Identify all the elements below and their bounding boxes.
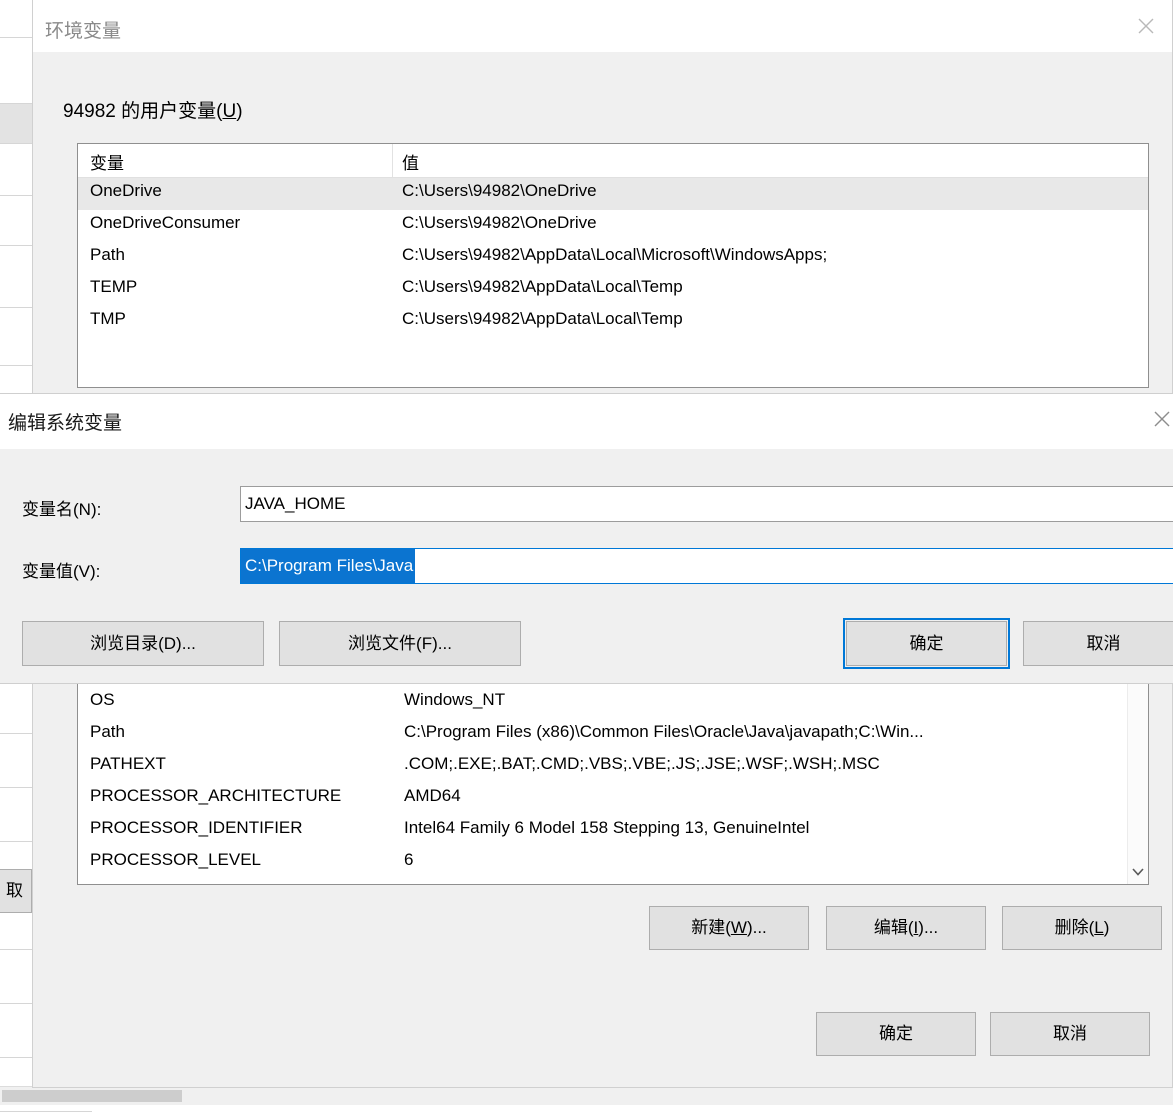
user-variables-label-suffix: ) <box>236 101 243 122</box>
browse-directory-button[interactable]: 浏览目录(D)... <box>22 621 264 666</box>
variable-value-input[interactable]: C:\Program Files\Java <box>240 548 1173 584</box>
variable-name-label: 变量名(N): <box>22 500 102 519</box>
new-button-accel: W <box>730 918 747 937</box>
variable-value-cell: AMD64 <box>404 786 461 805</box>
table-row[interactable]: TMP C:\Users\94982\AppData\Local\Temp <box>78 306 1148 338</box>
edit-dialog-titlebar: 编辑系统变量 <box>0 394 1173 449</box>
variable-name-cell: OneDrive <box>90 181 162 200</box>
chevron-down-icon[interactable] <box>1128 862 1148 882</box>
table-row[interactable]: PROCESSOR_ARCHITECTURE AMD64 <box>78 783 1127 815</box>
user-variables-table[interactable]: 变量 值 OneDrive C:\Users\94982\OneDrive OneD… <box>77 143 1149 388</box>
table-row[interactable]: PROCESSOR_LEVEL 6 <box>78 847 1127 879</box>
new-button-prefix: 新建( <box>691 918 731 937</box>
table-row[interactable]: OS Windows_NT <box>78 687 1127 719</box>
variable-name-cell: TEMP <box>90 277 138 296</box>
column-header-value[interactable]: 值 <box>402 149 419 174</box>
dialog-cancel-button[interactable]: 取消 <box>990 1012 1150 1056</box>
dialog-ok-button[interactable]: 确定 <box>816 1012 976 1056</box>
variable-value-cell: Windows_NT <box>404 690 506 709</box>
delete-button-suffix: ) <box>1103 918 1110 937</box>
delete-system-variable-button[interactable]: 删除(L) <box>1002 906 1162 950</box>
variable-name-cell: Path <box>90 245 125 264</box>
delete-button-prefix: 删除( <box>1054 918 1095 937</box>
background-horizontal-scrollbar[interactable] <box>0 1086 1173 1105</box>
variable-value-label: 变量值(V): <box>22 562 101 581</box>
variable-value-cell: Intel64 Family 6 Model 158 Stepping 13, … <box>404 818 810 837</box>
variable-value-cell: C:\Users\94982\AppData\Local\Microsoft\W… <box>402 245 828 264</box>
variable-value-cell: C:\Users\94982\AppData\Local\Temp <box>402 309 683 328</box>
new-system-variable-button[interactable]: 新建(W)... <box>649 906 809 950</box>
variable-value-cell: 6 <box>404 850 414 869</box>
user-variables-label-accel: U <box>222 101 237 122</box>
environment-variables-titlebar: 环境变量 <box>33 0 1172 52</box>
user-variables-table-header: 变量 值 <box>78 144 1148 178</box>
user-variables-label-prefix: 94982 的用户变量( <box>63 101 223 122</box>
table-row[interactable]: OneDriveConsumer C:\Users\94982\OneDrive <box>78 210 1148 242</box>
table-row[interactable]: PROCESSOR_IDENTIFIER Intel64 Family 6 Mod… <box>78 815 1127 847</box>
browse-file-button[interactable]: 浏览文件(F)... <box>279 621 521 666</box>
variable-name-input[interactable]: JAVA_HOME <box>240 486 1173 522</box>
column-divider <box>392 144 393 177</box>
variable-name-cell: PROCESSOR_LEVEL <box>90 850 262 869</box>
delete-button-accel: L <box>1094 918 1104 937</box>
variable-name-cell: Path <box>90 722 125 741</box>
variable-value-cell: C:\Users\94982\OneDrive <box>402 213 597 232</box>
table-row[interactable]: OneDrive C:\Users\94982\OneDrive <box>78 178 1148 210</box>
close-icon[interactable] <box>1139 396 1173 442</box>
background-scrollbar-thumb[interactable] <box>2 1090 182 1102</box>
table-row[interactable]: TEMP C:\Users\94982\AppData\Local\Temp <box>78 274 1148 306</box>
variable-name-cell: TMP <box>90 309 126 328</box>
variable-value-cell: C:\Program Files (x86)\Common Files\Orac… <box>404 722 924 741</box>
user-variables-row-container: OneDrive C:\Users\94982\OneDrive OneDriveC… <box>78 178 1148 338</box>
system-variables-row-container: OS Windows_NT Path C:\Program Files (x86)\C… <box>78 687 1127 879</box>
environment-variables-title: 环境变量 <box>45 21 122 42</box>
variable-name-cell: PROCESSOR_ARCHITECTURE <box>90 786 342 805</box>
edit-button-suffix: )... <box>918 918 939 937</box>
edit-system-variable-dialog: 编辑系统变量 变量名(N): JAVA_HOME 变量值(V): C:\Prog… <box>0 394 1173 683</box>
variable-name-cell: PATHEXT <box>90 754 166 773</box>
variable-value-cell: C:\Users\94982\AppData\Local\Temp <box>402 277 683 296</box>
edit-dialog-title: 编辑系统变量 <box>8 413 123 434</box>
variable-name-cell: OneDriveConsumer <box>90 213 241 232</box>
variable-name-cell: OS <box>90 690 115 709</box>
new-button-suffix: )... <box>746 918 767 937</box>
variable-value-cell: .COM;.EXE;.BAT;.CMD;.VBS;.VBE;.JS;.JSE;.… <box>404 754 880 773</box>
edit-dialog-cancel-button[interactable]: 取消 <box>1023 621 1173 666</box>
table-row[interactable]: Path C:\Users\94982\AppData\Local\Microso… <box>78 242 1148 274</box>
variable-name-cell: PROCESSOR_IDENTIFIER <box>90 818 303 837</box>
edit-dialog-ok-button[interactable]: 确定 <box>843 618 1010 669</box>
close-icon[interactable] <box>1120 0 1172 52</box>
variable-value-cell: C:\Users\94982\OneDrive <box>402 181 597 200</box>
edit-system-variable-button[interactable]: 编辑(I)... <box>826 906 986 950</box>
table-row[interactable]: Path C:\Program Files (x86)\Common Files\… <box>78 719 1127 751</box>
table-row[interactable]: PATHEXT .COM;.EXE;.BAT;.CMD;.VBS;.VBE;.JS… <box>78 751 1127 783</box>
variable-value-selected-text: C:\Program Files\Java <box>241 549 416 583</box>
background-cancel-button-partial[interactable]: 取 <box>0 869 32 913</box>
column-header-variable[interactable]: 变量 <box>90 149 124 174</box>
edit-button-prefix: 编辑( <box>873 918 914 937</box>
user-variables-group-label: 94982 的用户变量(U) <box>63 96 243 123</box>
